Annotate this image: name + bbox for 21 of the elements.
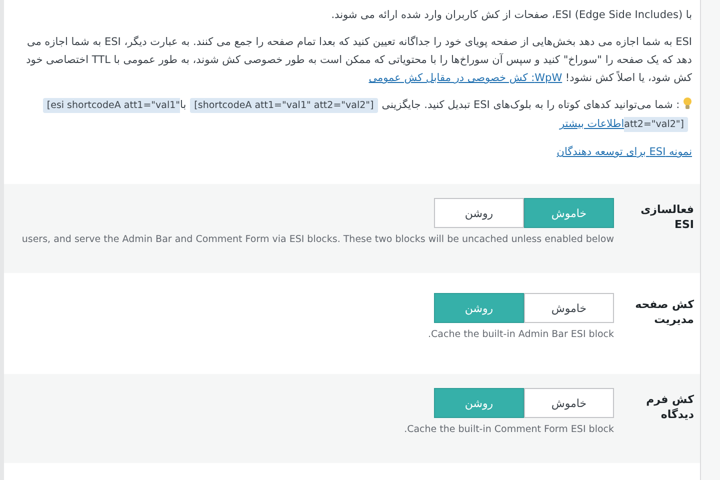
toggle-option[interactable]: روشن bbox=[434, 198, 524, 228]
shortcode-snippet: [shortcodeA att1="val1" att2="val2"] bbox=[190, 98, 378, 113]
developer-example-link[interactable]: نمونه ESI برای توسعه دهندگان bbox=[556, 146, 692, 158]
toggle-option[interactable]: خاموش bbox=[524, 198, 614, 228]
esi-description: ESI به شما اجازه می دهد بخش‌هایی از صفحه پویای خود را جداگانه تعیین کنید که بعدا تمام صفحه را جمع می کنند. به عبارت دیگر، ESI به شما اجازه می دهد که یک صفحه را "سوراخ" کنید و سپس آن سوراخ‌ها را با محتویاتی که ممکن است به طور خصوصی کش شوند، به طور عمومی با TTL اختصاصی خود کش شود، یا اصلاً کش نشود! WpW: کش خصوصی در مقابل کش عمومی bbox=[25, 34, 692, 86]
toggle-option[interactable]: روشن bbox=[434, 293, 524, 323]
learn-more-link[interactable]: اطلاعات بیشتر bbox=[559, 118, 624, 130]
setting-label: کش صفحه مدیریت bbox=[634, 297, 694, 328]
setting-note: .Cache the built-in Admin Bar ESI block bbox=[428, 329, 614, 340]
intro-text: با (Edge Side Includes) ESI، صفحات از کش کاربران وارد شده ارائه می شوند. bbox=[330, 8, 692, 23]
hint-text: با bbox=[180, 99, 186, 111]
setting-note: .Cache the built-in Comment Form ESI block bbox=[404, 424, 614, 435]
setting-note: users, and serve the Admin Bar and Comment Form via ESI blocks. These two blocks will be uncached unless enabled below bbox=[22, 234, 614, 245]
guide-link[interactable]: WpW: کش خصوصی در مقابل کش عمومی bbox=[368, 72, 562, 84]
toggle-option[interactable]: خاموش bbox=[524, 388, 614, 418]
toggle-option[interactable]: روشن bbox=[434, 388, 524, 418]
toggle-option[interactable]: خاموش bbox=[524, 293, 614, 323]
lightbulb-icon bbox=[683, 97, 692, 110]
setting-label: کش فرم دیدگاه bbox=[645, 392, 694, 423]
hint-text: : شما می‌توانید کدهای کوتاه را به بلوک‌های ESI تبدیل کنید. جایگزینی bbox=[382, 99, 680, 111]
setting-label: فعالسازی ESI bbox=[640, 202, 694, 233]
